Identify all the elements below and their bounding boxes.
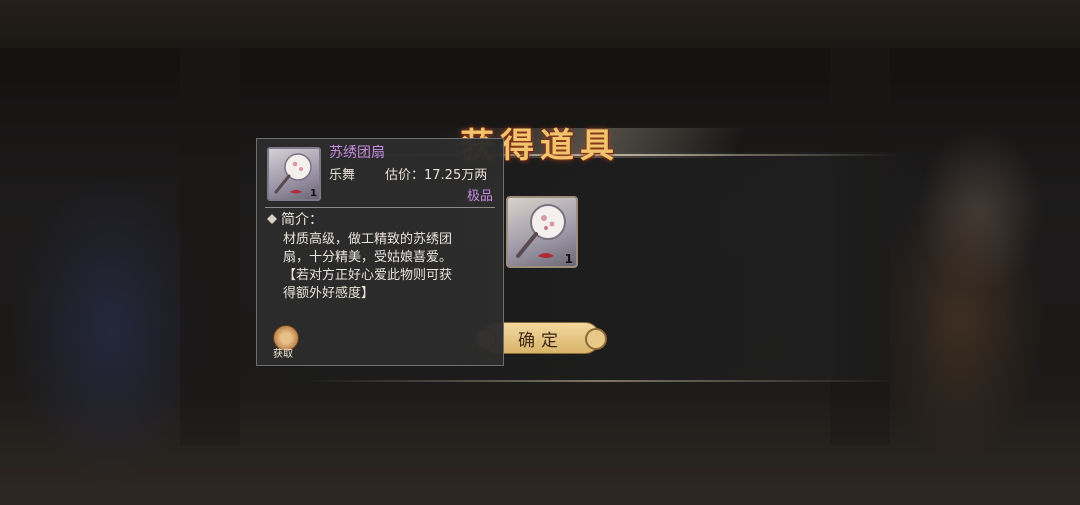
description-title: 简介： xyxy=(281,212,323,228)
confirm-label: 确定 xyxy=(518,330,564,351)
item-price: 估价：17.25万两 xyxy=(385,168,488,183)
item-tooltip: 1 苏绣团扇 乐舞 估价：17.25万两 极品 简介： 材质高级，做工精致的苏绣… xyxy=(256,138,504,366)
item-category: 乐舞 xyxy=(329,168,356,183)
item-description: 材质高级，做工精致的苏绣团 扇，十分精美，受姑娘喜爱。 【若对方正好心爱此物则可… xyxy=(283,231,495,303)
description-line: 材质高级，做工精致的苏绣团 xyxy=(283,232,453,247)
item-name: 苏绣团扇 xyxy=(329,145,385,161)
description-line: 【若对方正好心爱此物则可获 xyxy=(283,268,453,283)
item-quantity: 1 xyxy=(564,252,573,266)
description-line: 得额外好感度】 xyxy=(283,286,375,301)
item-quantity: 1 xyxy=(310,188,317,199)
button-ornament xyxy=(585,328,607,350)
description-line: 扇，十分精美，受姑娘喜爱。 xyxy=(283,250,453,265)
tooltip-item-slot: 1 xyxy=(267,147,321,201)
acquire-label[interactable]: 获取 xyxy=(273,345,293,360)
diamond-bullet-icon xyxy=(267,214,277,224)
description-heading: 简介： xyxy=(267,209,323,229)
item-quality: 极品 xyxy=(466,189,493,204)
divider xyxy=(265,207,495,208)
banner-edge xyxy=(305,380,895,382)
reward-item-slot[interactable]: 1 xyxy=(506,196,578,268)
